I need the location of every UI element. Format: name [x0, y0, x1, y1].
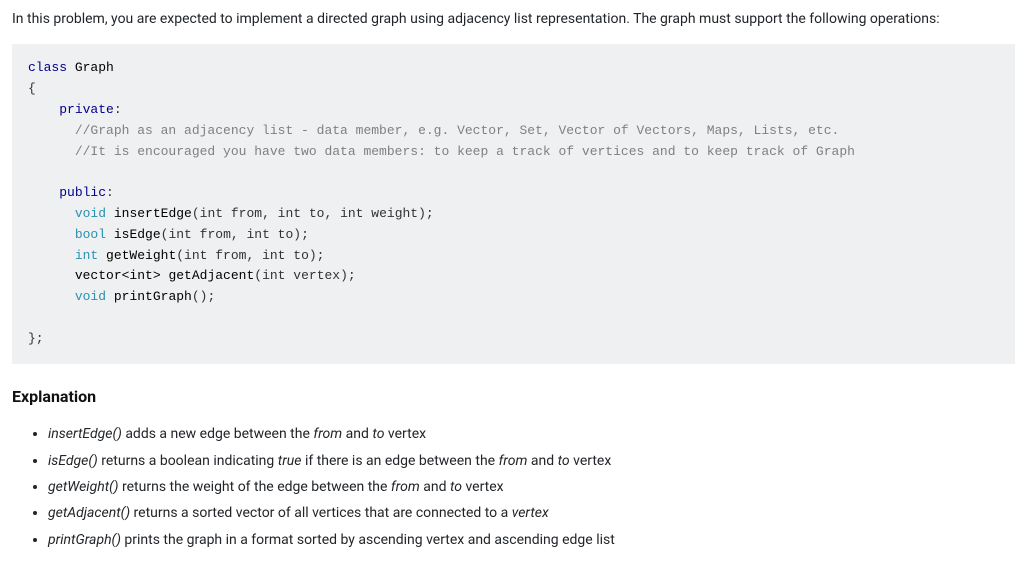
- intro-text: In this problem, you are expected to imp…: [12, 8, 1015, 30]
- list-item: insertEdge() adds a new edge between the…: [48, 423, 1015, 445]
- fn-insertEdge: insertEdge: [114, 206, 192, 221]
- class-name: Graph: [75, 60, 114, 75]
- text: adds a new edge between the: [122, 426, 314, 442]
- params-getWeight: (int from, int to);: [176, 248, 324, 263]
- fn-getWeight: getWeight: [106, 248, 176, 263]
- fn-name-italic: getAdjacent(): [48, 505, 130, 521]
- text: and: [342, 426, 372, 442]
- keyword-int: int: [75, 248, 98, 263]
- params-insertEdge: (int from, int to, int weight);: [192, 206, 434, 221]
- type-vector-int: vector<int>: [75, 268, 161, 283]
- italic-term: from: [499, 453, 528, 469]
- code-block: class Graph { private: //Graph as an adj…: [12, 44, 1015, 363]
- params-printGraph: ();: [192, 289, 215, 304]
- text: returns the weight of the edge between t…: [119, 479, 391, 495]
- close-brace: };: [28, 331, 44, 346]
- keyword-class: class: [28, 60, 67, 75]
- text: returns a sorted vector of all vertices …: [130, 505, 512, 521]
- text: returns a boolean indicating: [98, 453, 278, 469]
- comment-line-1: //Graph as an adjacency list - data memb…: [75, 123, 840, 138]
- text: if there is an edge between the: [301, 453, 498, 469]
- list-item: getWeight() returns the weight of the ed…: [48, 476, 1015, 498]
- keyword-bool: bool: [75, 227, 106, 242]
- italic-term: true: [278, 453, 302, 469]
- keyword-void: void: [75, 289, 106, 304]
- params-isEdge: (int from, int to);: [161, 227, 309, 242]
- fn-name-italic: getWeight(): [48, 479, 119, 495]
- text: and: [527, 453, 557, 469]
- keyword-void: void: [75, 206, 106, 221]
- comment-line-2: //It is encouraged you have two data mem…: [75, 144, 855, 159]
- keyword-public: public: [59, 185, 106, 200]
- keyword-private: private: [59, 102, 114, 117]
- text: vertex: [384, 426, 426, 442]
- italic-term: to: [450, 479, 462, 495]
- italic-term: from: [391, 479, 420, 495]
- fn-name-italic: insertEdge(): [48, 426, 122, 442]
- fn-name-italic: isEdge(): [48, 453, 98, 469]
- italic-term: from: [313, 426, 342, 442]
- italic-term: vertex: [512, 505, 549, 521]
- italic-term: to: [558, 453, 570, 469]
- text: vertex: [570, 453, 612, 469]
- text: prints the graph in a format sorted by a…: [121, 532, 615, 548]
- explanation-list: insertEdge() adds a new edge between the…: [12, 423, 1015, 551]
- open-brace: {: [28, 81, 36, 96]
- italic-term: to: [372, 426, 384, 442]
- text: and: [420, 479, 450, 495]
- explanation-heading: Explanation: [12, 384, 1015, 410]
- list-item: getAdjacent() returns a sorted vector of…: [48, 502, 1015, 524]
- fn-printGraph: printGraph: [114, 289, 192, 304]
- params-getAdjacent: (int vertex);: [254, 268, 355, 283]
- list-item: isEdge() returns a boolean indicating tr…: [48, 450, 1015, 472]
- fn-getAdjacent: getAdjacent: [168, 268, 254, 283]
- fn-isEdge: isEdge: [114, 227, 161, 242]
- fn-name-italic: printGraph(): [48, 532, 121, 548]
- text: vertex: [462, 479, 504, 495]
